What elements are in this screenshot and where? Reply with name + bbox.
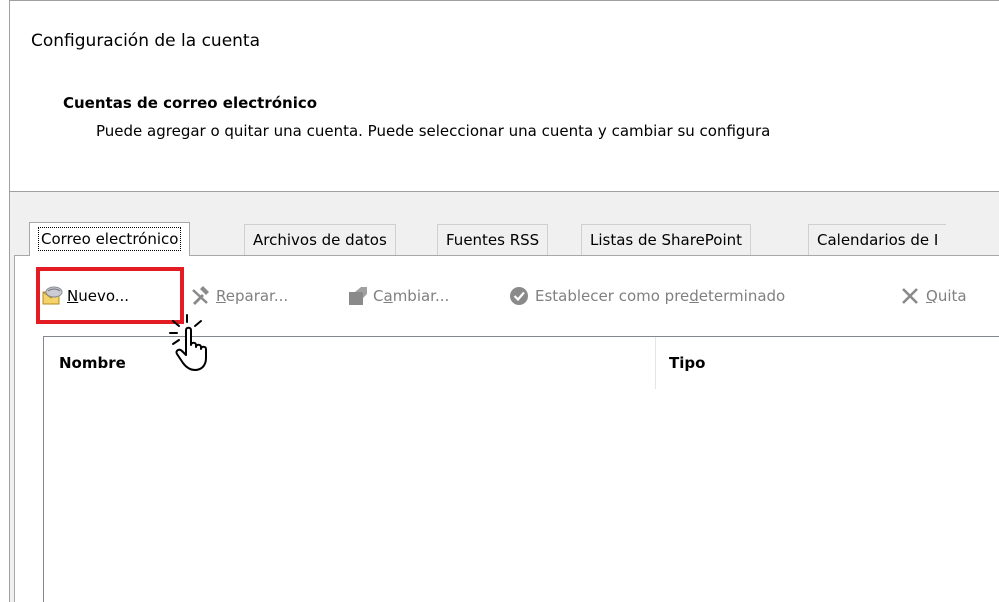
tab-listas-de-sharepoint[interactable]: Listas de SharePoint — [581, 224, 752, 255]
close-x-icon — [902, 288, 918, 304]
tab-fuentes-rss[interactable]: Fuentes RSS — [437, 224, 549, 255]
window-title: Configuración de la cuenta — [31, 31, 261, 51]
change-icon — [349, 287, 367, 305]
section-title: Cuentas de correo electrónico — [63, 94, 318, 112]
section-description: Puede agregar o quitar una cuenta. Puede… — [96, 122, 771, 140]
accounts-list[interactable]: Nombre Tipo — [43, 336, 999, 602]
tab-label: Archivos de datos — [253, 231, 387, 249]
header-area: Configuración de la cuenta Cuentas de co… — [10, 1, 999, 191]
tab-label: Correo electrónico — [38, 227, 182, 251]
tab-label: Calendarios de I — [817, 231, 939, 249]
column-divider[interactable] — [655, 337, 656, 389]
repair-tools-icon — [192, 286, 209, 305]
checkmark-circle-icon — [510, 287, 528, 305]
column-header-nombre[interactable]: Nombre — [59, 354, 126, 372]
tab-label: Listas de SharePoint — [590, 231, 743, 249]
column-header-tipo[interactable]: Tipo — [669, 354, 705, 372]
hand-pointer-cursor-icon — [169, 314, 207, 371]
set-default-button[interactable]: Establecer como predeterminado — [509, 286, 785, 306]
change-button[interactable]: Cambiar... — [347, 286, 449, 306]
tab-correo-electronico[interactable]: Correo electrónico — [29, 222, 191, 256]
tab-archivos-de-datos[interactable]: Archivos de datos — [244, 224, 396, 255]
highlight-box — [36, 267, 184, 324]
tab-calendarios[interactable]: Calendarios de I — [808, 224, 947, 255]
tab-strip: Correo electrónico Archivos de datos Fue… — [14, 222, 994, 256]
repair-button[interactable]: Reparar... — [190, 286, 288, 306]
tab-label: Fuentes RSS — [446, 231, 540, 249]
remove-button[interactable]: Quita — [900, 286, 967, 306]
